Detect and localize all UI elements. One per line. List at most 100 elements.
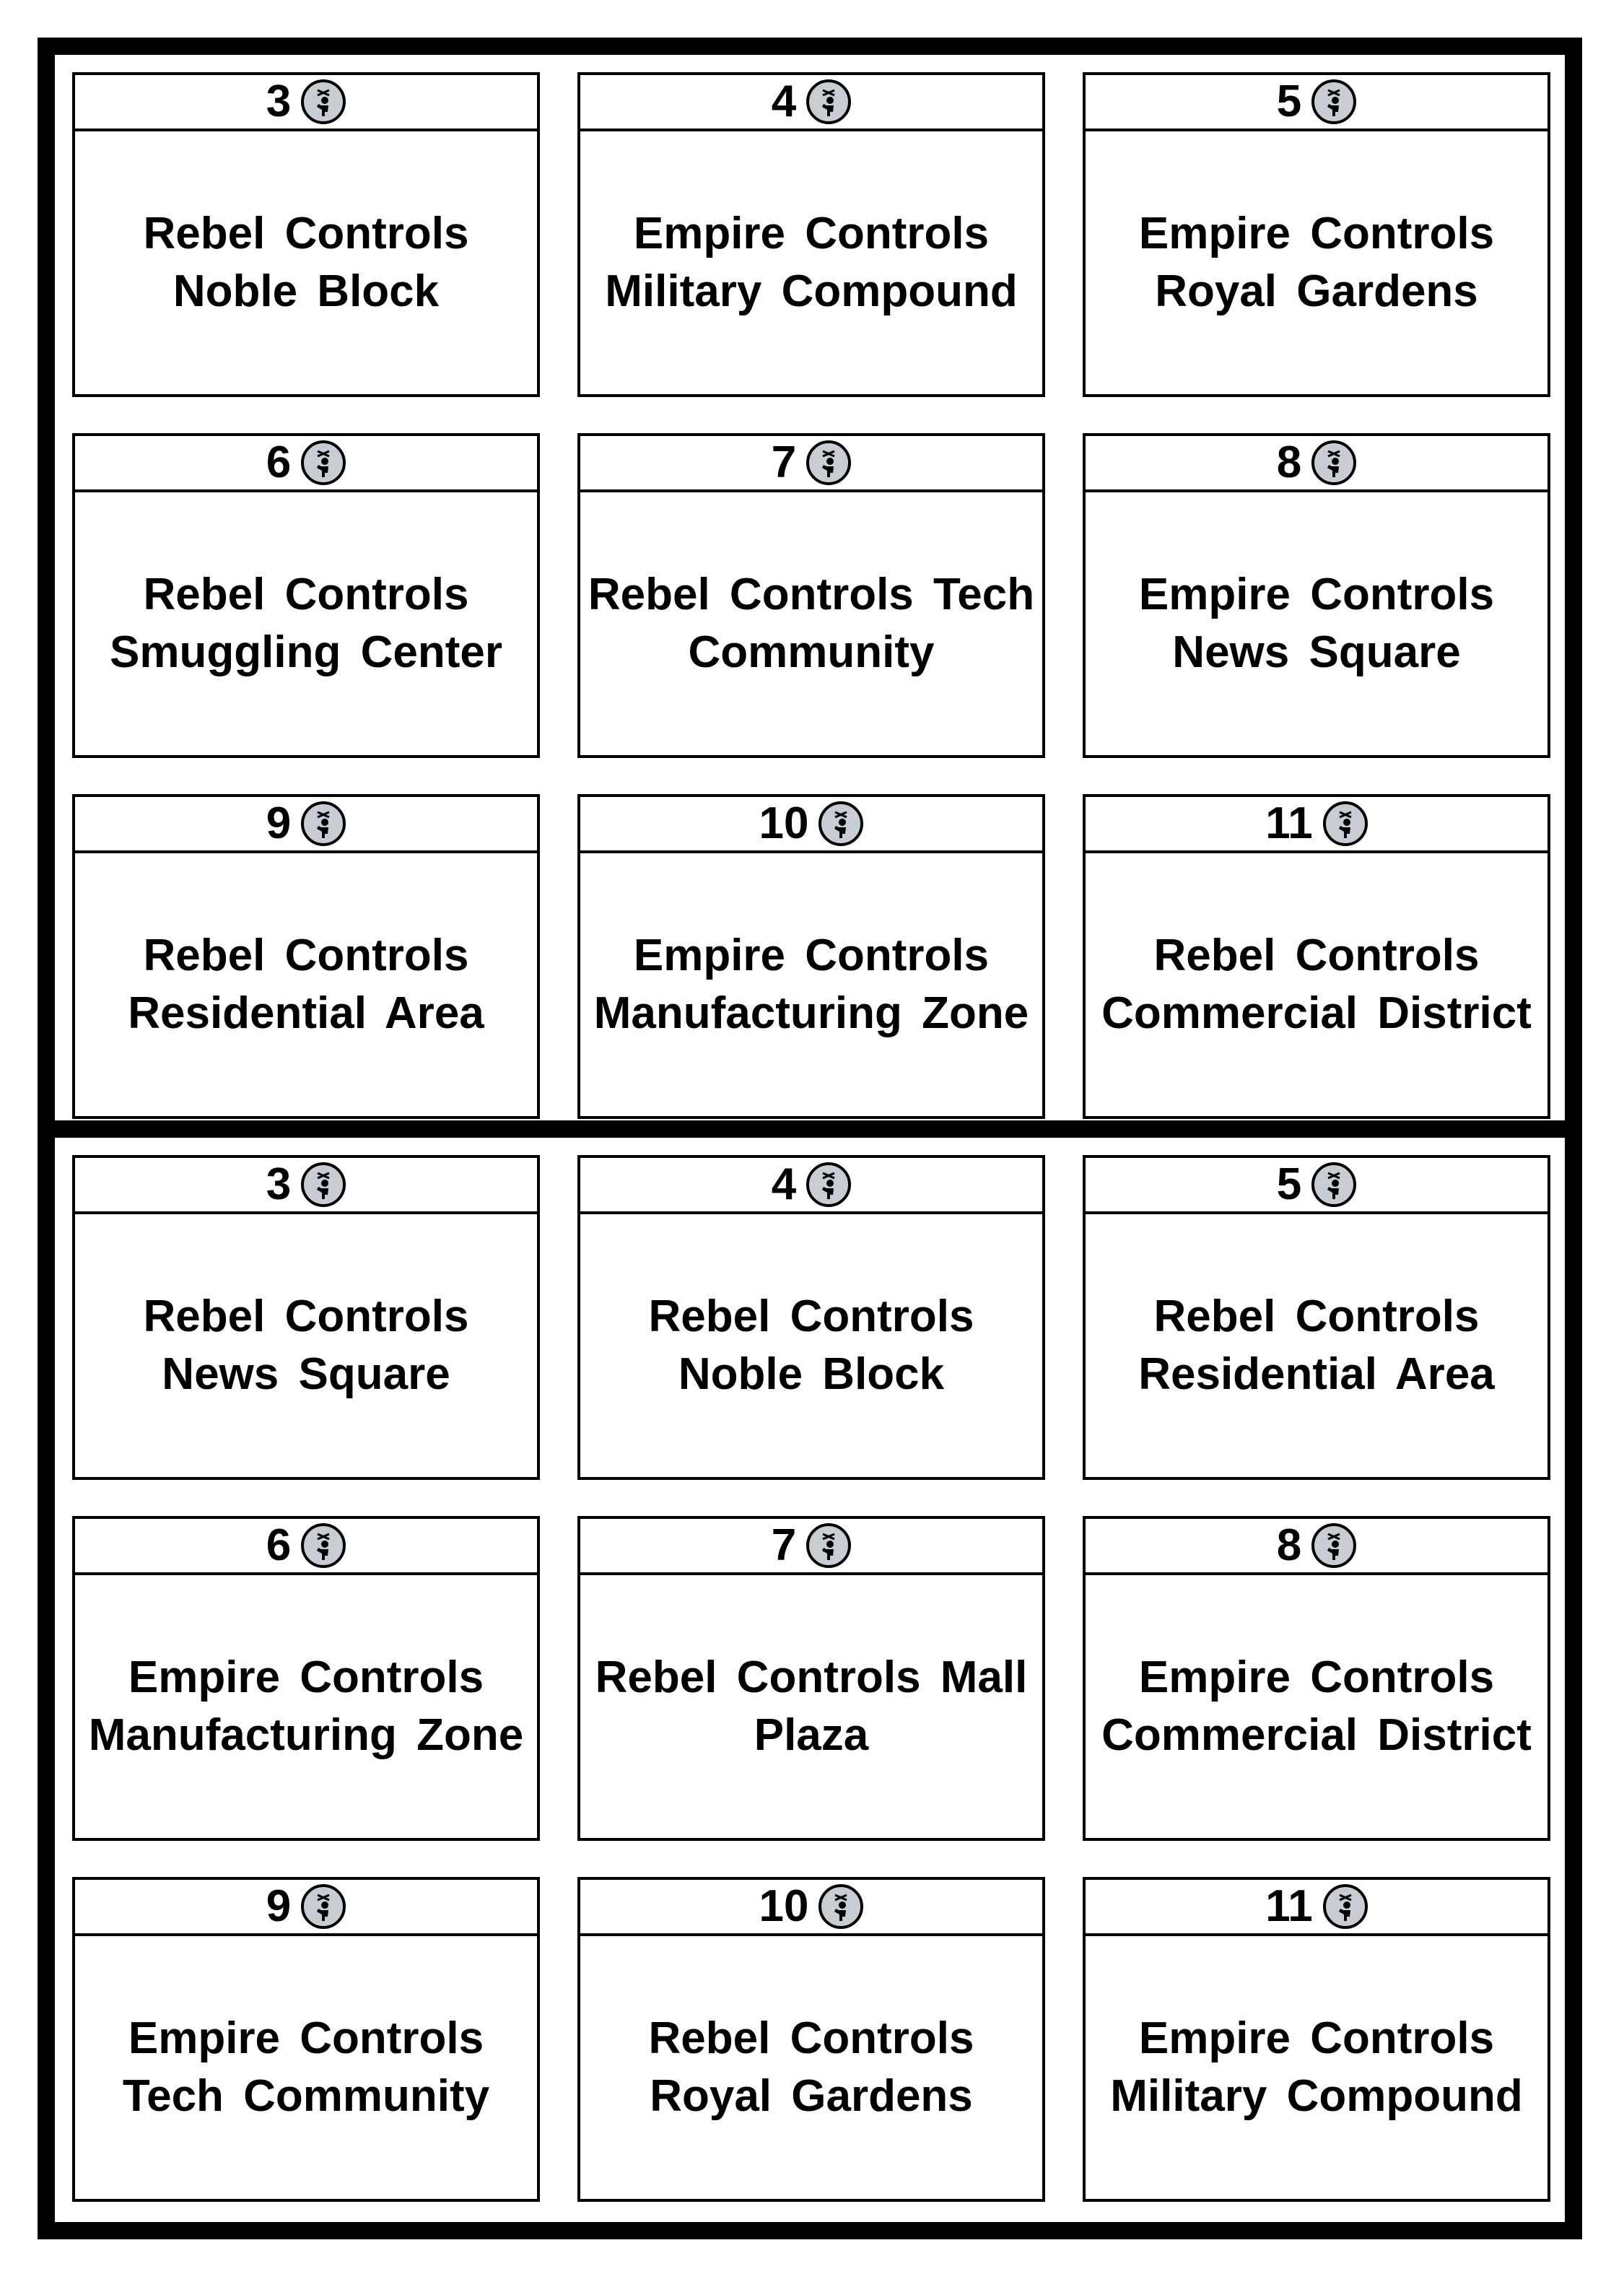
card-header: 3	[75, 75, 537, 131]
card-body: Empire Controls Military Compound	[1086, 1936, 1547, 2199]
person-token-icon	[806, 440, 852, 485]
person-token-icon	[806, 1523, 852, 1568]
card-header: 9	[75, 1880, 537, 1936]
district-card: 9 Empire Controls Tech Community	[72, 1877, 540, 2202]
card-header: 8	[1086, 436, 1547, 492]
card-header: 4	[580, 75, 1042, 131]
card-number: 9	[266, 1881, 292, 1931]
card-number: 9	[266, 798, 292, 848]
person-token-icon	[301, 440, 346, 485]
district-card: 8 Empire Controls News Square	[1083, 433, 1550, 758]
card-number: 6	[266, 437, 292, 487]
card-text: Empire Controls Military Compound	[605, 209, 1018, 316]
card-number: 7	[771, 1520, 797, 1570]
person-token-icon	[1322, 801, 1368, 846]
district-card: 10 Empire Controls Manufacturing Zone	[577, 794, 1045, 1119]
card-header: 6	[75, 1519, 537, 1575]
card-number: 8	[1276, 437, 1302, 487]
card-body: Empire Controls Manufacturing Zone	[580, 853, 1042, 1116]
card-header: 5	[1086, 75, 1547, 131]
person-token-icon	[1311, 1162, 1357, 1207]
person-token-icon	[301, 79, 346, 124]
card-text: Rebel Controls Residential Area	[1138, 1291, 1495, 1399]
district-card: 5 Empire Controls Royal Gardens	[1083, 72, 1550, 397]
card-body: Rebel Controls News Square	[75, 1214, 537, 1477]
district-card: 10 Rebel Controls Royal Gardens	[577, 1877, 1045, 2202]
card-number: 4	[771, 1159, 797, 1209]
card-body: Rebel Controls Residential Area	[1086, 1214, 1547, 1477]
card-number: 11	[1265, 1881, 1313, 1931]
district-card: 4 Rebel Controls Noble Block	[577, 1155, 1045, 1480]
person-token-icon	[818, 1884, 864, 1929]
card-number: 8	[1276, 1520, 1302, 1570]
card-number: 3	[266, 1159, 292, 1209]
card-body: Rebel Controls Tech Community	[580, 492, 1042, 755]
person-token-icon	[301, 1884, 346, 1929]
card-header: 11	[1086, 1880, 1547, 1936]
person-token-icon	[301, 801, 346, 846]
sheet-divider	[38, 1120, 1582, 1138]
card-body: Empire Controls News Square	[1086, 492, 1547, 755]
person-token-icon	[1322, 1884, 1368, 1929]
card-body: Rebel Controls Noble Block	[580, 1214, 1042, 1477]
card-text: Rebel Controls Noble Block	[648, 1291, 974, 1399]
person-token-icon	[301, 1162, 346, 1207]
card-header: 4	[580, 1158, 1042, 1214]
card-header: 8	[1086, 1519, 1547, 1575]
card-number: 11	[1265, 798, 1313, 848]
card-body: Empire Controls Manufacturing Zone	[75, 1575, 537, 1838]
card-body: Rebel Controls Noble Block	[75, 131, 537, 394]
card-text: Empire Controls Manufacturing Zone	[593, 931, 1029, 1038]
card-header: 9	[75, 797, 537, 853]
card-header: 5	[1086, 1158, 1547, 1214]
district-card: 6 Rebel Controls Smuggling Center	[72, 433, 540, 758]
card-body: Rebel Controls Mall Plaza	[580, 1575, 1042, 1838]
person-token-icon	[1311, 440, 1357, 485]
card-number: 6	[266, 1520, 292, 1570]
card-text: Rebel Controls Noble Block	[143, 209, 469, 316]
card-header: 7	[580, 1519, 1042, 1575]
card-number: 10	[759, 1881, 809, 1931]
card-body: Empire Controls Royal Gardens	[1086, 131, 1547, 394]
person-token-icon	[1311, 79, 1357, 124]
card-header: 3	[75, 1158, 537, 1214]
person-token-icon	[806, 1162, 852, 1207]
card-body: Rebel Controls Royal Gardens	[580, 1936, 1042, 2199]
card-text: Empire Controls Tech Community	[122, 2013, 490, 2121]
district-card: 11 Rebel Controls Commercial District	[1083, 794, 1550, 1119]
person-token-icon	[806, 79, 852, 124]
card-text: Rebel Controls Mall Plaza	[595, 1652, 1028, 1760]
person-token-icon	[301, 1523, 346, 1568]
card-body: Empire Controls Commercial District	[1086, 1575, 1547, 1838]
card-number: 4	[771, 77, 797, 126]
district-card: 7 Rebel Controls Tech Community	[577, 433, 1045, 758]
card-text: Rebel Controls Smuggling Center	[110, 570, 502, 677]
card-text: Empire Controls Royal Gardens	[1138, 209, 1495, 316]
card-text: Rebel Controls Residential Area	[128, 931, 484, 1038]
card-text: Empire Controls Commercial District	[1101, 1652, 1532, 1760]
card-number: 5	[1276, 77, 1302, 126]
card-body: Empire Controls Military Compound	[580, 131, 1042, 394]
card-number: 10	[759, 798, 809, 848]
card-number: 7	[771, 437, 797, 487]
district-card: 6 Empire Controls Manufacturing Zone	[72, 1516, 540, 1841]
card-number: 5	[1276, 1159, 1302, 1209]
card-header: 10	[580, 797, 1042, 853]
card-text: Empire Controls Manufacturing Zone	[88, 1652, 524, 1760]
card-text: Empire Controls News Square	[1138, 570, 1495, 677]
district-card: 3 Rebel Controls News Square	[72, 1155, 540, 1480]
card-text: Rebel Controls Commercial District	[1101, 931, 1532, 1038]
card-text: Empire Controls Military Compound	[1110, 2013, 1523, 2121]
card-header: 6	[75, 436, 537, 492]
card-header: 7	[580, 436, 1042, 492]
card-text: Rebel Controls News Square	[143, 1291, 469, 1399]
card-header: 10	[580, 1880, 1042, 1936]
district-card: 7 Rebel Controls Mall Plaza	[577, 1516, 1045, 1841]
district-card: 9 Rebel Controls Residential Area	[72, 794, 540, 1119]
card-body: Rebel Controls Smuggling Center	[75, 492, 537, 755]
district-card: 4 Empire Controls Military Compound	[577, 72, 1045, 397]
person-token-icon	[818, 801, 864, 846]
card-body: Rebel Controls Residential Area	[75, 853, 537, 1116]
card-body: Rebel Controls Commercial District	[1086, 853, 1547, 1116]
card-header: 11	[1086, 797, 1547, 853]
